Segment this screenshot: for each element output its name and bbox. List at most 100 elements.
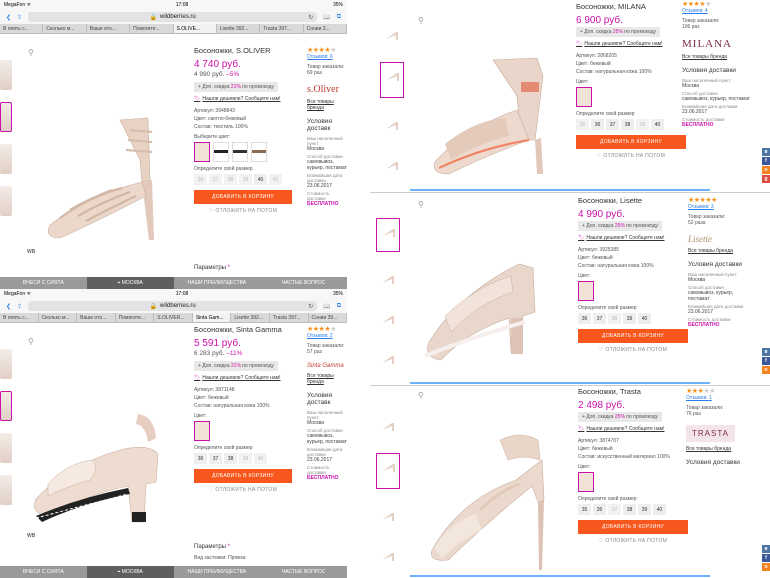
reload-icon[interactable]: ↻ — [308, 14, 313, 21]
promo-badge[interactable]: + Доп. скидка 21% по промокоду — [194, 82, 278, 92]
browser-tab[interactable]: Помогите... — [116, 313, 155, 322]
cheaper-link[interactable]: 🏷 Нашли дешевле? Сообщите нам! — [578, 426, 688, 432]
browser-tab[interactable]: Trasta 397... — [260, 24, 304, 33]
facebook-icon[interactable]: f — [762, 157, 770, 165]
product-thumbnail[interactable] — [0, 475, 12, 505]
product-thumbnail[interactable] — [376, 346, 400, 372]
size-option[interactable]: 38 — [224, 174, 237, 185]
color-swatch[interactable] — [232, 142, 248, 162]
size-option[interactable]: 40 — [638, 313, 651, 324]
size-option[interactable]: 39 — [638, 504, 651, 515]
brand-link[interactable]: Все товары бренда — [682, 54, 752, 60]
share-icon[interactable]: ⇪ — [17, 303, 22, 310]
odnoklassniki-icon[interactable]: о — [762, 366, 770, 374]
size-option[interactable]: 39 — [239, 453, 252, 464]
cheaper-link[interactable]: 🏷 Нашли дешевле? Сообщите нам! — [194, 375, 292, 381]
color-swatch-selected[interactable] — [194, 421, 210, 441]
back-icon[interactable]: ❮ — [6, 14, 11, 21]
product-thumbnail[interactable] — [0, 349, 12, 379]
product-thumbnail-selected[interactable] — [0, 391, 12, 421]
reviews-link[interactable]: Отзывов: 4 — [682, 8, 752, 14]
address-bar[interactable]: 🔒 wildberries.ru ↻ — [28, 301, 318, 311]
browser-tab[interactable]: В опять с... — [0, 24, 44, 33]
cheaper-link[interactable]: 🏷 Нашли дешевле? Сообщите нам! — [576, 41, 686, 47]
odnoklassniki-icon[interactable]: о — [762, 563, 770, 571]
product-thumbnail[interactable] — [380, 152, 404, 178]
save-later-button[interactable]: ♡ ОТЛОЖИТЬ НА ПОТОМ — [194, 487, 292, 493]
brand-link[interactable]: Все товары бренда — [686, 446, 752, 452]
add-to-cart-button[interactable]: ДОБАВИТЬ В КОРЗИНУ — [578, 329, 688, 343]
size-option[interactable]: 37 — [606, 119, 619, 130]
product-image[interactable] — [415, 232, 565, 377]
facebook-icon[interactable]: f — [762, 357, 770, 365]
faq-link[interactable]: ЧАСТЫЕ ВОПРОС — [260, 569, 347, 575]
browser-tab[interactable]: Помогите... — [130, 24, 174, 33]
product-thumbnail[interactable] — [376, 543, 400, 569]
color-swatch[interactable] — [213, 142, 229, 162]
browser-tab-active[interactable]: Sinta Gam... — [192, 313, 232, 322]
brand-logo[interactable]: TRASTA — [686, 425, 735, 442]
size-option[interactable]: 40 — [653, 504, 666, 515]
size-option[interactable]: 36 — [194, 453, 207, 464]
promo-badge[interactable]: + Доп. скидка 25% по промокоду — [578, 412, 662, 422]
size-option[interactable]: 37 — [209, 174, 222, 185]
browser-tab[interactable]: Сонии 3... — [304, 24, 347, 33]
product-thumbnail[interactable] — [0, 433, 12, 463]
size-option[interactable]: 39 — [239, 174, 252, 185]
product-thumbnail-selected[interactable] — [0, 102, 12, 132]
promo-badge[interactable]: + Доп. скидка 31% по промокоду — [194, 361, 278, 371]
product-thumbnail[interactable] — [0, 144, 12, 174]
add-to-cart-button[interactable]: ДОБАВИТЬ В КОРЗИНУ — [576, 135, 686, 149]
params-heading[interactable]: Параметры * — [194, 544, 230, 550]
size-option[interactable]: 38 — [608, 313, 621, 324]
size-option[interactable]: 38 — [224, 453, 237, 464]
reviews-link[interactable]: Отзывов: 6 — [307, 54, 347, 60]
browser-tab[interactable]: Сонии 39... — [309, 313, 347, 322]
bookmarks-icon[interactable]: 📖 — [323, 14, 330, 21]
size-option[interactable]: 39 — [636, 119, 649, 130]
browser-tab[interactable]: Сколько м... — [43, 24, 87, 33]
zoom-icon[interactable]: ⚲ — [418, 391, 424, 400]
size-option[interactable]: 38 — [623, 504, 636, 515]
bookmarks-icon[interactable]: 📖 — [323, 303, 330, 310]
browser-tab[interactable]: Сколько м... — [39, 313, 78, 322]
size-option[interactable]: 40 — [651, 119, 664, 130]
reload-icon[interactable]: ↻ — [308, 303, 313, 310]
back-icon[interactable]: ❮ — [6, 303, 11, 310]
share-icon[interactable]: ⇪ — [17, 14, 22, 21]
color-swatch-selected[interactable] — [578, 472, 594, 492]
product-thumbnail[interactable] — [0, 60, 12, 90]
googleplus-icon[interactable]: g — [762, 175, 770, 183]
zoom-icon[interactable]: ⚲ — [418, 200, 424, 209]
vk-icon[interactable]: в — [762, 545, 770, 553]
browser-tab[interactable]: Ваше ото... — [87, 24, 131, 33]
size-option[interactable]: 35 — [578, 504, 591, 515]
brand-link[interactable]: Все товары бренда — [307, 99, 347, 111]
product-thumbnail[interactable] — [380, 22, 404, 48]
size-option[interactable]: 40 — [254, 453, 267, 464]
product-image[interactable] — [28, 404, 178, 534]
cheaper-link[interactable]: 🏷 Нашли дешевле? Сообщите нам! — [578, 235, 688, 241]
size-option[interactable]: 38 — [621, 119, 634, 130]
params-heading[interactable]: Параметры * — [194, 265, 230, 271]
reviews-link[interactable]: Отзывов: 1 — [686, 395, 752, 401]
browser-tab-active[interactable]: S.OLIVE... — [173, 24, 217, 33]
address-bar[interactable]: 🔒 wildberries.ru ↻ — [28, 12, 318, 22]
reviews-link[interactable]: Отзывов: 3 — [688, 204, 754, 210]
brand-logo[interactable]: s.Oliver — [307, 84, 347, 95]
color-swatch-selected[interactable] — [194, 142, 210, 162]
color-swatch-selected[interactable] — [576, 87, 592, 107]
brand-link[interactable]: Все товары бренда — [307, 373, 347, 385]
city-selector[interactable]: ⌖ МОСКВА — [86, 277, 174, 289]
save-later-button[interactable]: ♡ ОТЛОЖИТЬ НА ПОТОМ — [578, 538, 688, 544]
product-thumbnail[interactable] — [376, 503, 400, 529]
product-thumbnail-selected[interactable] — [376, 218, 400, 252]
add-to-cart-button[interactable]: ДОБАВИТЬ В КОРЗИНУ — [194, 190, 292, 204]
add-to-cart-button[interactable]: ДОБАВИТЬ В КОРЗИНУ — [578, 520, 688, 534]
tabs-icon[interactable]: ⧉ — [337, 14, 341, 21]
browser-tab[interactable]: Lisette 392... — [217, 24, 261, 33]
product-thumbnail[interactable] — [0, 186, 12, 216]
advantages-link[interactable]: НАШИ ПРЕИМУЩЕСТВА — [174, 280, 261, 286]
size-option[interactable]: 35 — [576, 119, 589, 130]
promo-badge[interactable]: + Доп. скидка 25% по промокоду — [578, 221, 662, 231]
